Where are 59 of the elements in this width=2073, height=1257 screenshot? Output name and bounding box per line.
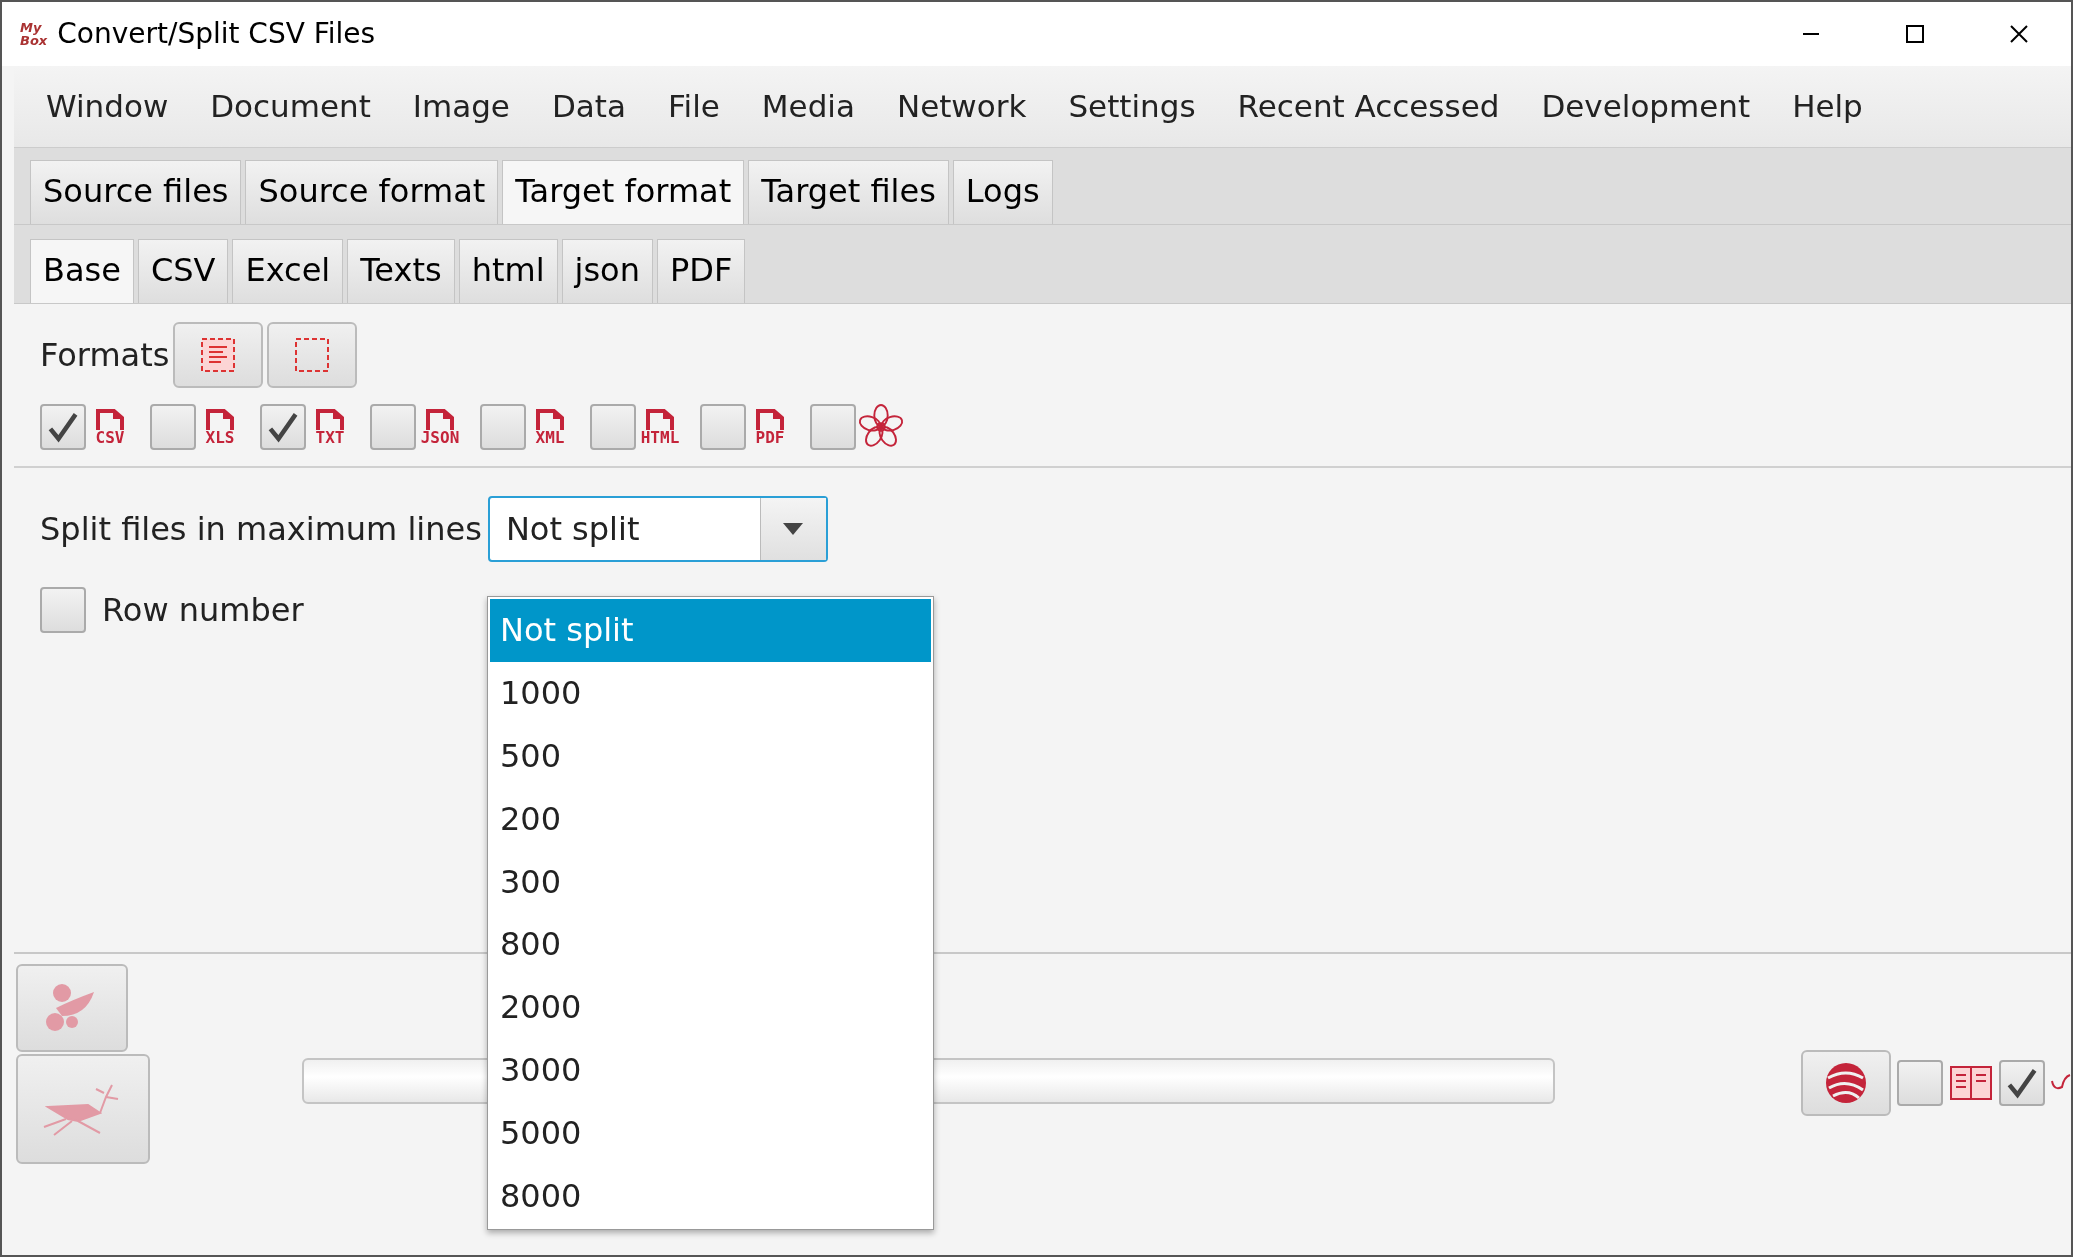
tab[interactable]: Target files	[748, 160, 949, 224]
tab[interactable]: Excel	[232, 238, 344, 303]
dropdown-option[interactable]: 200	[490, 787, 931, 851]
dropdown-option[interactable]: 2000	[490, 975, 931, 1039]
checkbox[interactable]	[810, 403, 856, 450]
tab[interactable]: Logs	[952, 160, 1053, 224]
checkbox[interactable]	[1897, 1059, 1943, 1106]
select-none-button[interactable]	[267, 321, 358, 388]
tab[interactable]: Source files	[30, 160, 242, 224]
dropdown-option[interactable]: 500	[490, 724, 931, 788]
menu-item[interactable]: Network	[872, 83, 1045, 130]
checkbox[interactable]	[370, 403, 416, 450]
select-all-button[interactable]	[173, 321, 264, 388]
dropdown-option[interactable]: 1000	[490, 661, 931, 725]
menu-item[interactable]: Document	[186, 83, 389, 130]
split-label: Split files in maximum lines	[40, 508, 482, 550]
tab[interactable]: CSV	[137, 238, 229, 303]
tab[interactable]: Base	[30, 238, 134, 303]
checkbox[interactable]	[480, 403, 526, 450]
dropdown-option[interactable]: 800	[490, 913, 931, 976]
deer-button[interactable]	[16, 1053, 150, 1164]
select-none-icon	[294, 336, 331, 373]
row-number-label: Row number	[102, 589, 304, 631]
curve-icon	[2051, 1073, 2071, 1092]
tab[interactable]: Source format	[245, 160, 499, 224]
dropdown-option[interactable]: 300	[490, 850, 931, 913]
checkbox[interactable]	[700, 403, 746, 450]
dropdown-option[interactable]: 5000	[490, 1101, 931, 1165]
window-title: Convert/Split CSV Files	[57, 16, 376, 52]
menu-item[interactable]: Development	[1517, 83, 1769, 130]
caret-icon	[783, 522, 804, 535]
tab[interactable]: html	[458, 238, 558, 303]
flower-icon	[858, 403, 904, 450]
menu-item[interactable]: Help	[1768, 83, 1881, 130]
select-all-icon	[200, 336, 237, 373]
lines-dropdown[interactable]: Not split	[487, 495, 828, 562]
cloud-button[interactable]	[16, 963, 128, 1052]
dropdown-option[interactable]: 8000	[490, 1164, 931, 1227]
tab[interactable]: json	[561, 238, 653, 303]
tab[interactable]: PDF	[656, 238, 746, 303]
formats-label: Formats	[40, 334, 170, 376]
menu-item[interactable]: File	[643, 83, 738, 130]
menu-item[interactable]: Recent Accessed	[1213, 83, 1518, 130]
spiral-button[interactable]	[1801, 1049, 1891, 1116]
logo: My Box	[20, 21, 48, 47]
menu-item[interactable]: Settings	[1044, 83, 1214, 130]
checkbox[interactable]	[40, 403, 86, 450]
checkbox[interactable]	[40, 586, 86, 633]
checkbox[interactable]	[1999, 1059, 2045, 1106]
checkbox[interactable]	[260, 403, 306, 450]
menu-item[interactable]: Window	[14, 83, 187, 130]
dropdown-option[interactable]: 3000	[490, 1038, 931, 1102]
tab[interactable]: Target format	[502, 160, 745, 224]
tab[interactable]: Texts	[347, 238, 455, 303]
checkbox[interactable]	[150, 403, 196, 450]
menu-item[interactable]: Media	[737, 83, 873, 130]
menu-item[interactable]: Image	[388, 83, 528, 130]
checkbox[interactable]	[590, 403, 636, 450]
menu-item[interactable]: Data	[527, 83, 644, 130]
